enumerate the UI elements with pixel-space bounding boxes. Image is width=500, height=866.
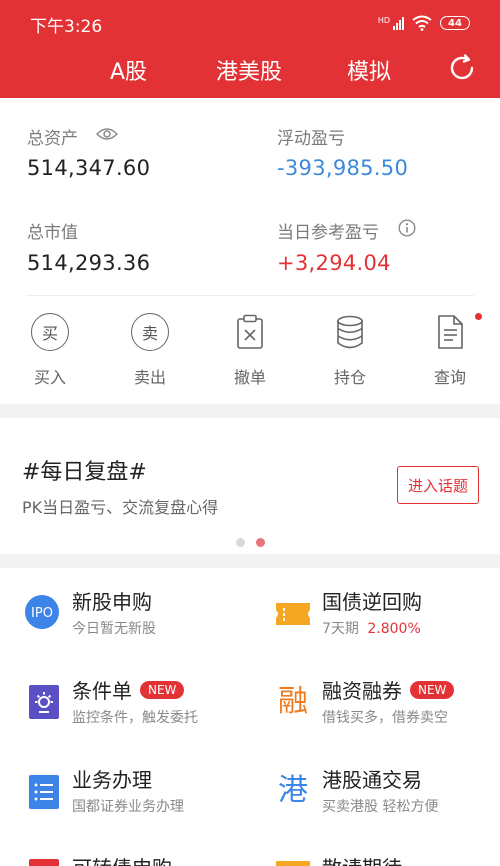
- status-icons: HD 44: [378, 12, 470, 34]
- hd-label: HD: [377, 16, 390, 25]
- section-gap: [0, 554, 500, 568]
- total-assets-label: 总资产: [27, 129, 78, 149]
- floating-pl-value: -393,985.50: [277, 156, 409, 180]
- holdings-button[interactable]: 持仓: [314, 312, 386, 388]
- cancel-order-button[interactable]: 撤单: [214, 312, 286, 388]
- service-subtitle: 借钱买多，借券卖空: [322, 710, 448, 726]
- buy-button[interactable]: 买 买入: [14, 312, 86, 388]
- service-title: 业务办理: [72, 768, 152, 792]
- info-icon[interactable]: [398, 219, 416, 237]
- daily-pl-value: +3,294.04: [277, 251, 391, 275]
- cancel-order-label: 撤单: [233, 368, 266, 387]
- business-icon: [29, 775, 59, 809]
- section-gap: [0, 404, 500, 418]
- service-subtitle: 买卖港股 轻松方便: [322, 799, 439, 815]
- service-subtitle: 今日暂无新股: [72, 621, 156, 637]
- service-title: 可转债申购: [72, 852, 172, 866]
- daily-pl-label: 当日参考盈亏: [277, 223, 379, 243]
- query-button[interactable]: 查询: [414, 312, 486, 388]
- service-title: 条件单: [72, 679, 132, 703]
- query-icon: [438, 315, 463, 349]
- service-subtitle: 监控条件，触发委托: [72, 710, 198, 726]
- tab-hk-us-stocks[interactable]: 港美股: [216, 54, 282, 86]
- condition-order-icon: [29, 685, 59, 719]
- total-assets-value: 514,347.60: [27, 156, 151, 180]
- notification-dot: [475, 313, 482, 320]
- service-title: 新股申购: [72, 590, 152, 614]
- enter-topic-button[interactable]: 进入话题: [397, 466, 479, 504]
- sell-label: 卖出: [133, 368, 166, 387]
- convertible-bond-icon: [29, 859, 59, 866]
- service-title: 港股通交易: [322, 768, 422, 792]
- service-title: 散请期待: [322, 852, 402, 866]
- eye-icon[interactable]: [96, 126, 118, 142]
- status-time: 下午3:26: [30, 17, 103, 37]
- battery-icon: 44: [440, 16, 470, 30]
- signal-icon: HD: [378, 16, 404, 30]
- repo-term: 7天期: [322, 621, 359, 637]
- carousel-dot[interactable]: [236, 538, 245, 547]
- sell-icon: 卖: [131, 313, 169, 351]
- market-tabs: A股 港美股 模拟: [0, 50, 500, 90]
- service-title: 融资融券: [322, 679, 402, 703]
- ticket-icon: [276, 603, 310, 625]
- new-badge: NEW: [410, 680, 455, 699]
- cancel-order-icon: [237, 314, 263, 349]
- market-value-label: 总市值: [27, 223, 78, 243]
- buy-icon: 买: [31, 313, 69, 351]
- app-header: 下午3:26 HD 44 A股 港美股 模拟: [0, 0, 500, 98]
- tab-simulation[interactable]: 模拟: [347, 54, 391, 86]
- service-subtitle: 7天期 2.800%: [322, 618, 421, 638]
- sell-button[interactable]: 卖 卖出: [114, 312, 186, 388]
- service-title: 国债逆回购: [322, 590, 422, 614]
- floating-pl-label: 浮动盈亏: [277, 129, 345, 149]
- wifi-icon: [412, 15, 432, 31]
- query-label: 查询: [433, 368, 466, 387]
- ipo-icon: IPO: [25, 595, 59, 629]
- svg-text:IPO: IPO: [31, 606, 53, 621]
- tab-a-shares[interactable]: A股: [110, 54, 147, 86]
- repo-rate: 2.800%: [367, 621, 421, 637]
- holdings-label: 持仓: [333, 368, 366, 387]
- refresh-icon[interactable]: [446, 52, 478, 84]
- buy-label: 买入: [33, 368, 66, 387]
- topic-subtitle: PK当日盈亏、交流复盘心得: [22, 498, 219, 517]
- new-badge: NEW: [140, 680, 185, 699]
- margin-trading-icon: 融: [278, 684, 308, 719]
- hk-connect-icon: 港: [278, 773, 308, 808]
- market-value-value: 514,293.36: [27, 251, 151, 275]
- carousel-dot-active[interactable]: [256, 538, 265, 547]
- divider: [26, 295, 474, 296]
- service-subtitle: 国都证券业务办理: [72, 799, 184, 815]
- topic-title: #每日复盘#: [22, 460, 147, 485]
- coming-soon-icon: [276, 861, 310, 866]
- holdings-icon: [337, 315, 363, 349]
